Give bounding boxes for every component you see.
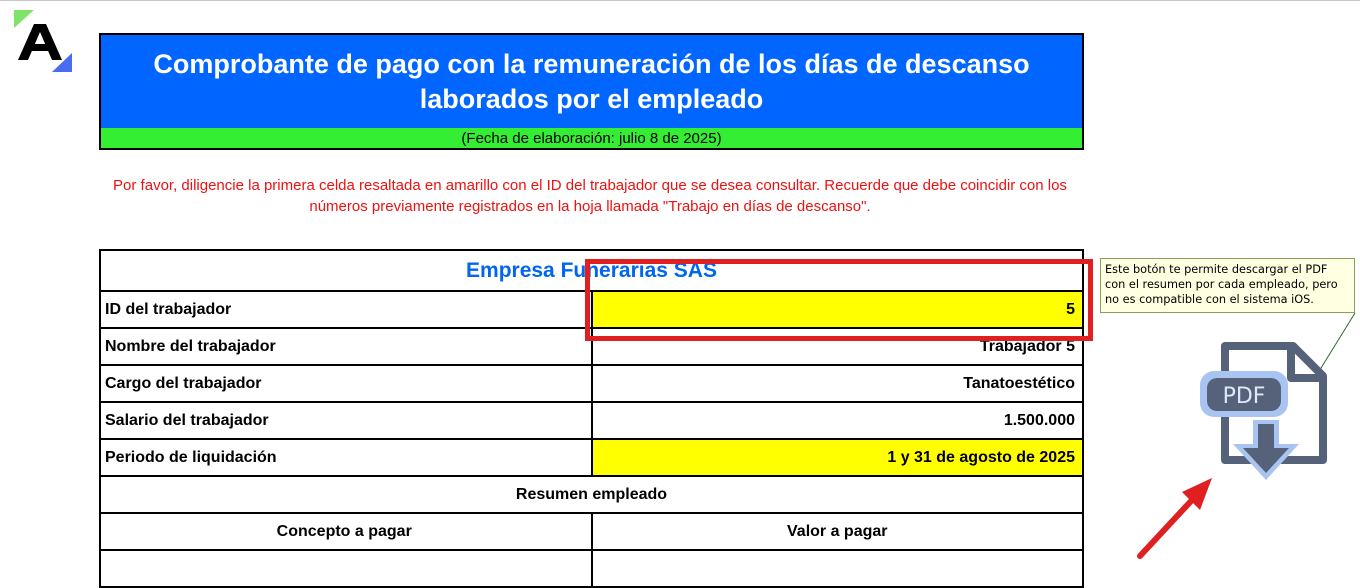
employee-id-label[interactable]: ID del trabajador	[99, 290, 593, 329]
elaboration-date: (Fecha de elaboración: julio 8 de 2025)	[461, 129, 722, 147]
employee-position-label[interactable]: Cargo del trabajador	[99, 364, 593, 403]
table-row: Cargo del trabajador Tanatoestético	[99, 364, 1084, 403]
date-banner: (Fecha de elaboración: julio 8 de 2025)	[99, 128, 1084, 150]
employee-name-label[interactable]: Nombre del trabajador	[99, 327, 593, 366]
table-row: Salario del trabajador 1.500.000	[99, 401, 1084, 440]
cell-comment-tooltip: Este botón te permite descargar el PDF c…	[1100, 258, 1355, 313]
table-row: Periodo de liquidación 1 y 31 de agosto …	[99, 438, 1084, 477]
employee-name-value[interactable]: Trabajador 5	[590, 327, 1084, 366]
pdf-download-icon: PDF	[1200, 342, 1327, 480]
settlement-period-label[interactable]: Periodo de liquidación	[99, 438, 593, 477]
table-row: Nombre del trabajador Trabajador 5	[99, 327, 1084, 366]
empty-value-cell[interactable]	[590, 549, 1084, 588]
employee-position-value[interactable]: Tanatoestético	[590, 364, 1084, 403]
column-header-concept[interactable]: Concepto a pagar	[99, 512, 593, 551]
table-header-row: Concepto a pagar Valor a pagar	[99, 512, 1084, 551]
settlement-period-value[interactable]: 1 y 31 de agosto de 2025	[590, 438, 1084, 477]
report-title-banner: Comprobante de pago con la remuneración …	[99, 33, 1084, 130]
instructions-text: Por favor, diligencie la primera celda r…	[113, 177, 1067, 215]
red-pointer-arrow	[1130, 470, 1225, 565]
download-pdf-button[interactable]: PDF	[1195, 340, 1330, 490]
employee-salary-label[interactable]: Salario del trabajador	[99, 401, 593, 440]
brand-a-logo-icon	[14, 10, 72, 72]
table-row: ID del trabajador 5	[99, 290, 1084, 329]
column-header-value[interactable]: Valor a pagar	[590, 512, 1084, 551]
empty-concept-cell[interactable]	[99, 549, 593, 588]
report-title: Comprobante de pago con la remuneración …	[153, 48, 1030, 114]
employee-salary-value[interactable]: 1.500.000	[590, 401, 1084, 440]
employee-summary-table: Empresa Funerarias SAS ID del trabajador…	[99, 249, 1084, 588]
window-top-border	[0, 0, 1360, 1]
brand-logo	[12, 10, 74, 72]
employee-id-input-cell[interactable]: 5	[590, 290, 1084, 329]
table-row	[99, 549, 1084, 588]
pdf-label: PDF	[1223, 384, 1266, 409]
company-name-cell[interactable]: Empresa Funerarias SAS	[99, 249, 1084, 292]
summary-header-cell[interactable]: Resumen empleado	[99, 475, 1084, 514]
